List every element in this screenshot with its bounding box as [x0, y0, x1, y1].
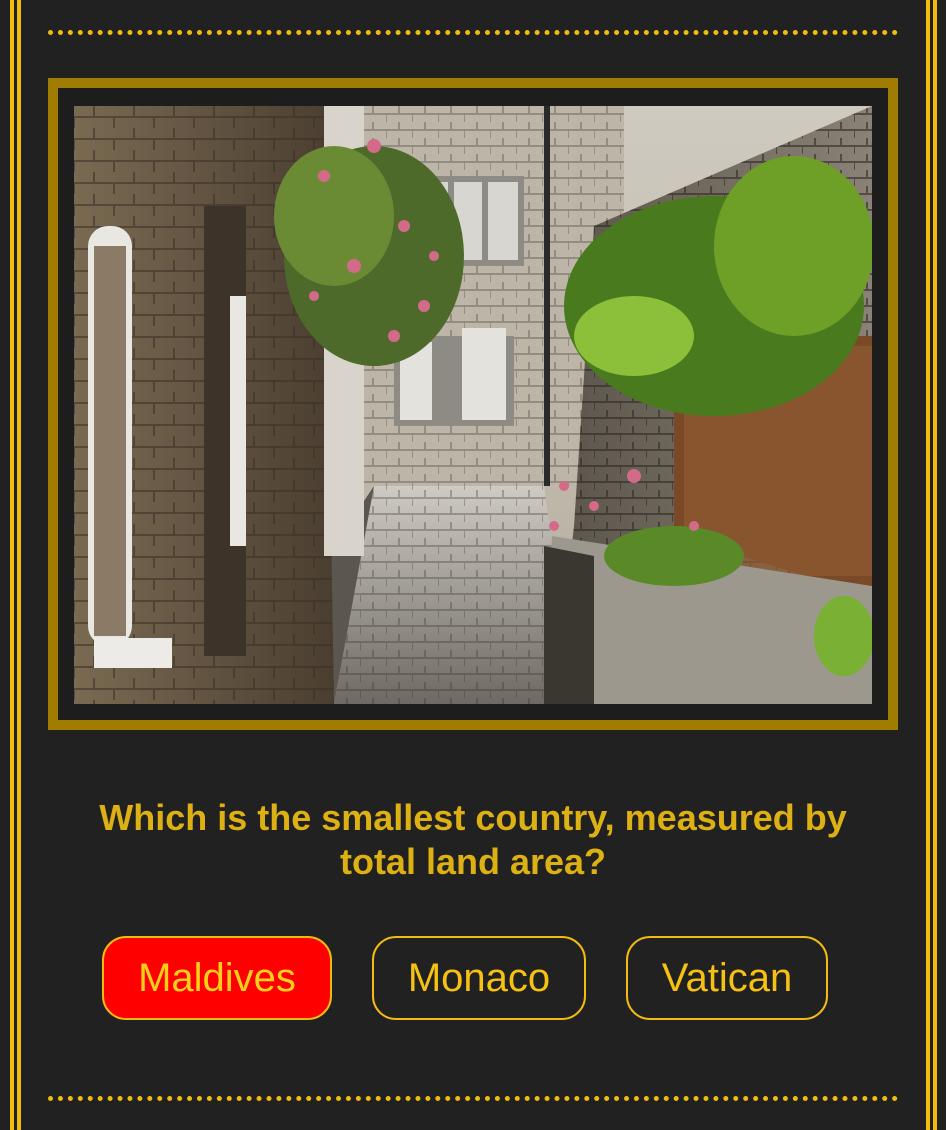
- right-border-outer: [933, 0, 937, 1130]
- answer-button-monaco[interactable]: Monaco: [372, 936, 586, 1020]
- right-border-inner: [926, 0, 930, 1130]
- left-border-outer: [10, 0, 14, 1130]
- bottom-dotted-divider: [48, 1096, 898, 1101]
- answer-button-vatican[interactable]: Vatican: [626, 936, 828, 1020]
- top-dotted-divider: [48, 30, 898, 35]
- question-text: Which is the smallest country, measured …: [99, 797, 847, 882]
- alley-photo-illustration: [74, 106, 872, 704]
- answer-button-maldives[interactable]: Maldives: [102, 936, 332, 1020]
- alley-photo: [74, 106, 872, 704]
- photo-frame: [48, 78, 898, 730]
- left-border-inner: [17, 0, 21, 1130]
- quiz-card: Which is the smallest country, measured …: [0, 0, 946, 1130]
